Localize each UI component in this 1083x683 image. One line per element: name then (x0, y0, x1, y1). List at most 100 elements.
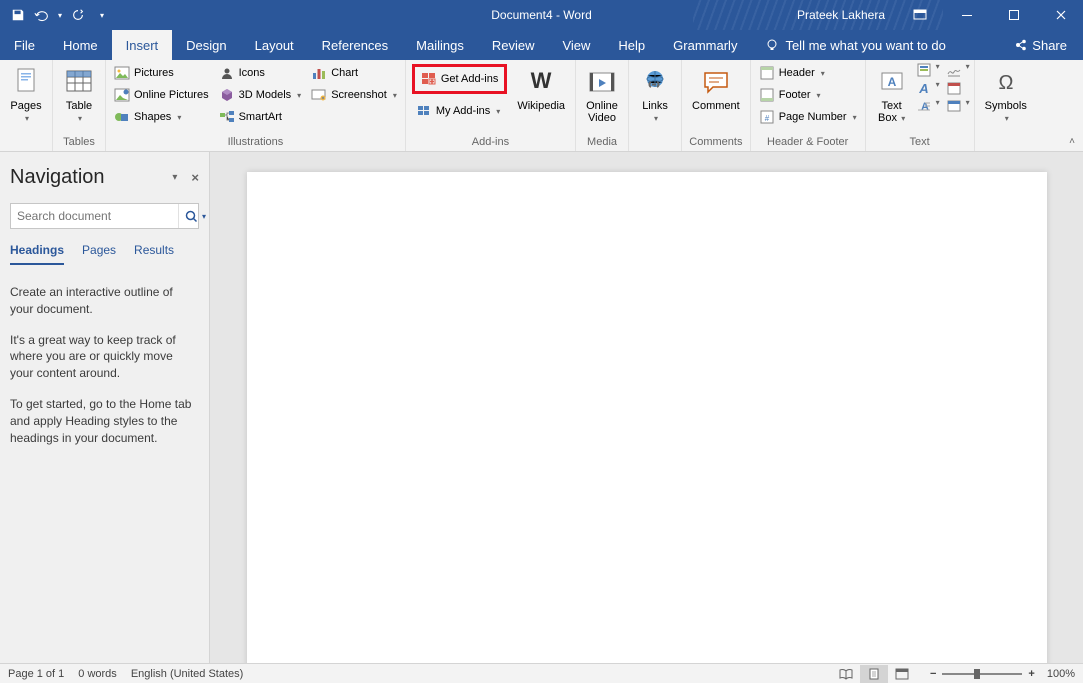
collapse-ribbon-icon[interactable]: ˄ (1069, 136, 1075, 147)
link-icon (639, 66, 671, 98)
header-icon (759, 65, 775, 81)
my-addins-icon (416, 103, 432, 119)
tab-references[interactable]: References (308, 30, 402, 60)
nav-title: Navigation (10, 166, 105, 189)
pictures-icon (114, 65, 130, 81)
search-icon (185, 210, 198, 223)
tab-grammarly[interactable]: Grammarly (659, 30, 751, 60)
nav-search-input[interactable] (11, 209, 178, 223)
comment-icon (700, 66, 732, 98)
ribbon-display-options-icon[interactable] (897, 0, 942, 30)
online-video-button[interactable]: Online Video (580, 62, 624, 128)
tab-layout[interactable]: Layout (241, 30, 308, 60)
get-addins-button[interactable]: Get Add-ins (415, 67, 504, 91)
nav-close-icon[interactable]: × (191, 170, 199, 185)
footer-button[interactable]: Footer▾ (755, 84, 861, 106)
screenshot-button[interactable]: Screenshot▾ (307, 84, 401, 106)
nav-search-button[interactable]: ▾ (178, 204, 212, 228)
minimize-icon[interactable] (944, 0, 989, 30)
main-area: Navigation ▾ × ▾ Headings Pages Results … (0, 152, 1083, 663)
tab-design[interactable]: Design (172, 30, 240, 60)
nav-tab-pages[interactable]: Pages (82, 243, 116, 265)
print-layout-icon[interactable] (860, 665, 888, 683)
shapes-button[interactable]: Shapes▾ (110, 106, 213, 128)
read-mode-icon[interactable] (832, 665, 860, 683)
zoom-level[interactable]: 100% (1047, 668, 1075, 680)
zoom-out-icon[interactable]: − (930, 668, 936, 680)
tab-review[interactable]: Review (478, 30, 549, 60)
svg-text:#: # (764, 114, 769, 123)
3d-models-icon (219, 87, 235, 103)
smartart-icon (219, 109, 235, 125)
qat-customize-icon[interactable]: ▾ (100, 11, 104, 20)
tab-mailings[interactable]: Mailings (402, 30, 478, 60)
page-number-icon: # (759, 109, 775, 125)
share-icon (1014, 38, 1028, 52)
menu-tabs: File Home Insert Design Layout Reference… (0, 30, 1083, 60)
pages-button[interactable]: Pages▾ (4, 62, 48, 128)
undo-dropdown-icon[interactable]: ▾ (58, 11, 62, 20)
pictures-button[interactable]: Pictures (110, 62, 213, 84)
ribbon-group-addins: Get Add-ins My Add-ins ▾ W Wikipedia Add… (406, 60, 576, 151)
group-label: Illustrations (110, 134, 401, 151)
undo-icon[interactable] (34, 7, 50, 23)
status-bar: Page 1 of 1 0 words English (United Stat… (0, 663, 1083, 683)
nav-search[interactable]: ▾ (10, 203, 199, 229)
chart-button[interactable]: Chart (307, 62, 401, 84)
online-pictures-button[interactable]: Online Pictures (110, 84, 213, 106)
close-icon[interactable] (1038, 0, 1083, 30)
my-addins-button[interactable]: My Add-ins ▾ (412, 100, 507, 122)
ribbon-group-media: Online Video Media (576, 60, 629, 151)
smartart-button[interactable]: SmartArt (215, 106, 306, 128)
date-time-icon[interactable] (946, 80, 962, 96)
document-page[interactable] (247, 172, 1047, 663)
share-button[interactable]: Share (1014, 30, 1083, 60)
user-name[interactable]: Prateek Lakhera (787, 8, 895, 22)
svg-text:A: A (918, 81, 928, 96)
tab-insert[interactable]: Insert (112, 30, 173, 60)
tell-me-search[interactable]: Tell me what you want to do (765, 30, 945, 60)
zoom-slider[interactable] (942, 673, 1022, 675)
maximize-icon[interactable] (991, 0, 1036, 30)
tab-view[interactable]: View (548, 30, 604, 60)
comment-button[interactable]: Comment (686, 62, 746, 116)
redo-icon[interactable] (70, 7, 86, 23)
web-layout-icon[interactable] (888, 665, 916, 683)
store-icon (421, 71, 437, 87)
pages-icon (10, 66, 42, 98)
signature-line-icon[interactable] (946, 62, 962, 78)
window-title: Document4 - Word (491, 8, 592, 22)
zoom-in-icon[interactable]: + (1028, 668, 1034, 680)
quick-parts-icon[interactable] (916, 62, 932, 78)
status-language[interactable]: English (United States) (131, 668, 244, 680)
video-icon (586, 66, 618, 98)
tab-file[interactable]: File (0, 30, 49, 60)
text-box-button[interactable]: A Text Box ▾ (870, 62, 914, 128)
header-button[interactable]: Header▾ (755, 62, 861, 84)
wordart-icon[interactable]: A (916, 80, 932, 96)
nav-tab-headings[interactable]: Headings (10, 243, 64, 265)
table-button[interactable]: Table▾ (57, 62, 101, 128)
status-page[interactable]: Page 1 of 1 (8, 668, 64, 680)
zoom-controls: − + 100% (930, 668, 1075, 680)
wikipedia-button[interactable]: W Wikipedia (511, 62, 571, 116)
object-icon[interactable] (946, 98, 962, 114)
symbols-button[interactable]: Ω Symbols▾ (979, 62, 1033, 128)
drop-cap-icon[interactable]: A (916, 98, 932, 114)
icons-button[interactable]: Icons (215, 62, 306, 84)
tab-home[interactable]: Home (49, 30, 112, 60)
status-words[interactable]: 0 words (78, 668, 117, 680)
ribbon-group-comments: Comment Comments (682, 60, 751, 151)
save-icon[interactable] (10, 7, 26, 23)
ribbon-group-symbols: Ω Symbols▾ . (975, 60, 1037, 151)
tab-help[interactable]: Help (604, 30, 659, 60)
nav-tab-results[interactable]: Results (134, 243, 174, 265)
group-label: Add-ins (410, 134, 571, 151)
group-label: Media (580, 134, 624, 151)
document-canvas[interactable] (210, 152, 1083, 663)
nav-menu-caret-icon[interactable]: ▾ (172, 172, 177, 183)
links-button[interactable]: Links▾ (633, 62, 677, 128)
page-number-button[interactable]: # Page Number▾ (755, 106, 861, 128)
group-label: Text (870, 134, 970, 151)
3d-models-button[interactable]: 3D Models ▾ (215, 84, 306, 106)
